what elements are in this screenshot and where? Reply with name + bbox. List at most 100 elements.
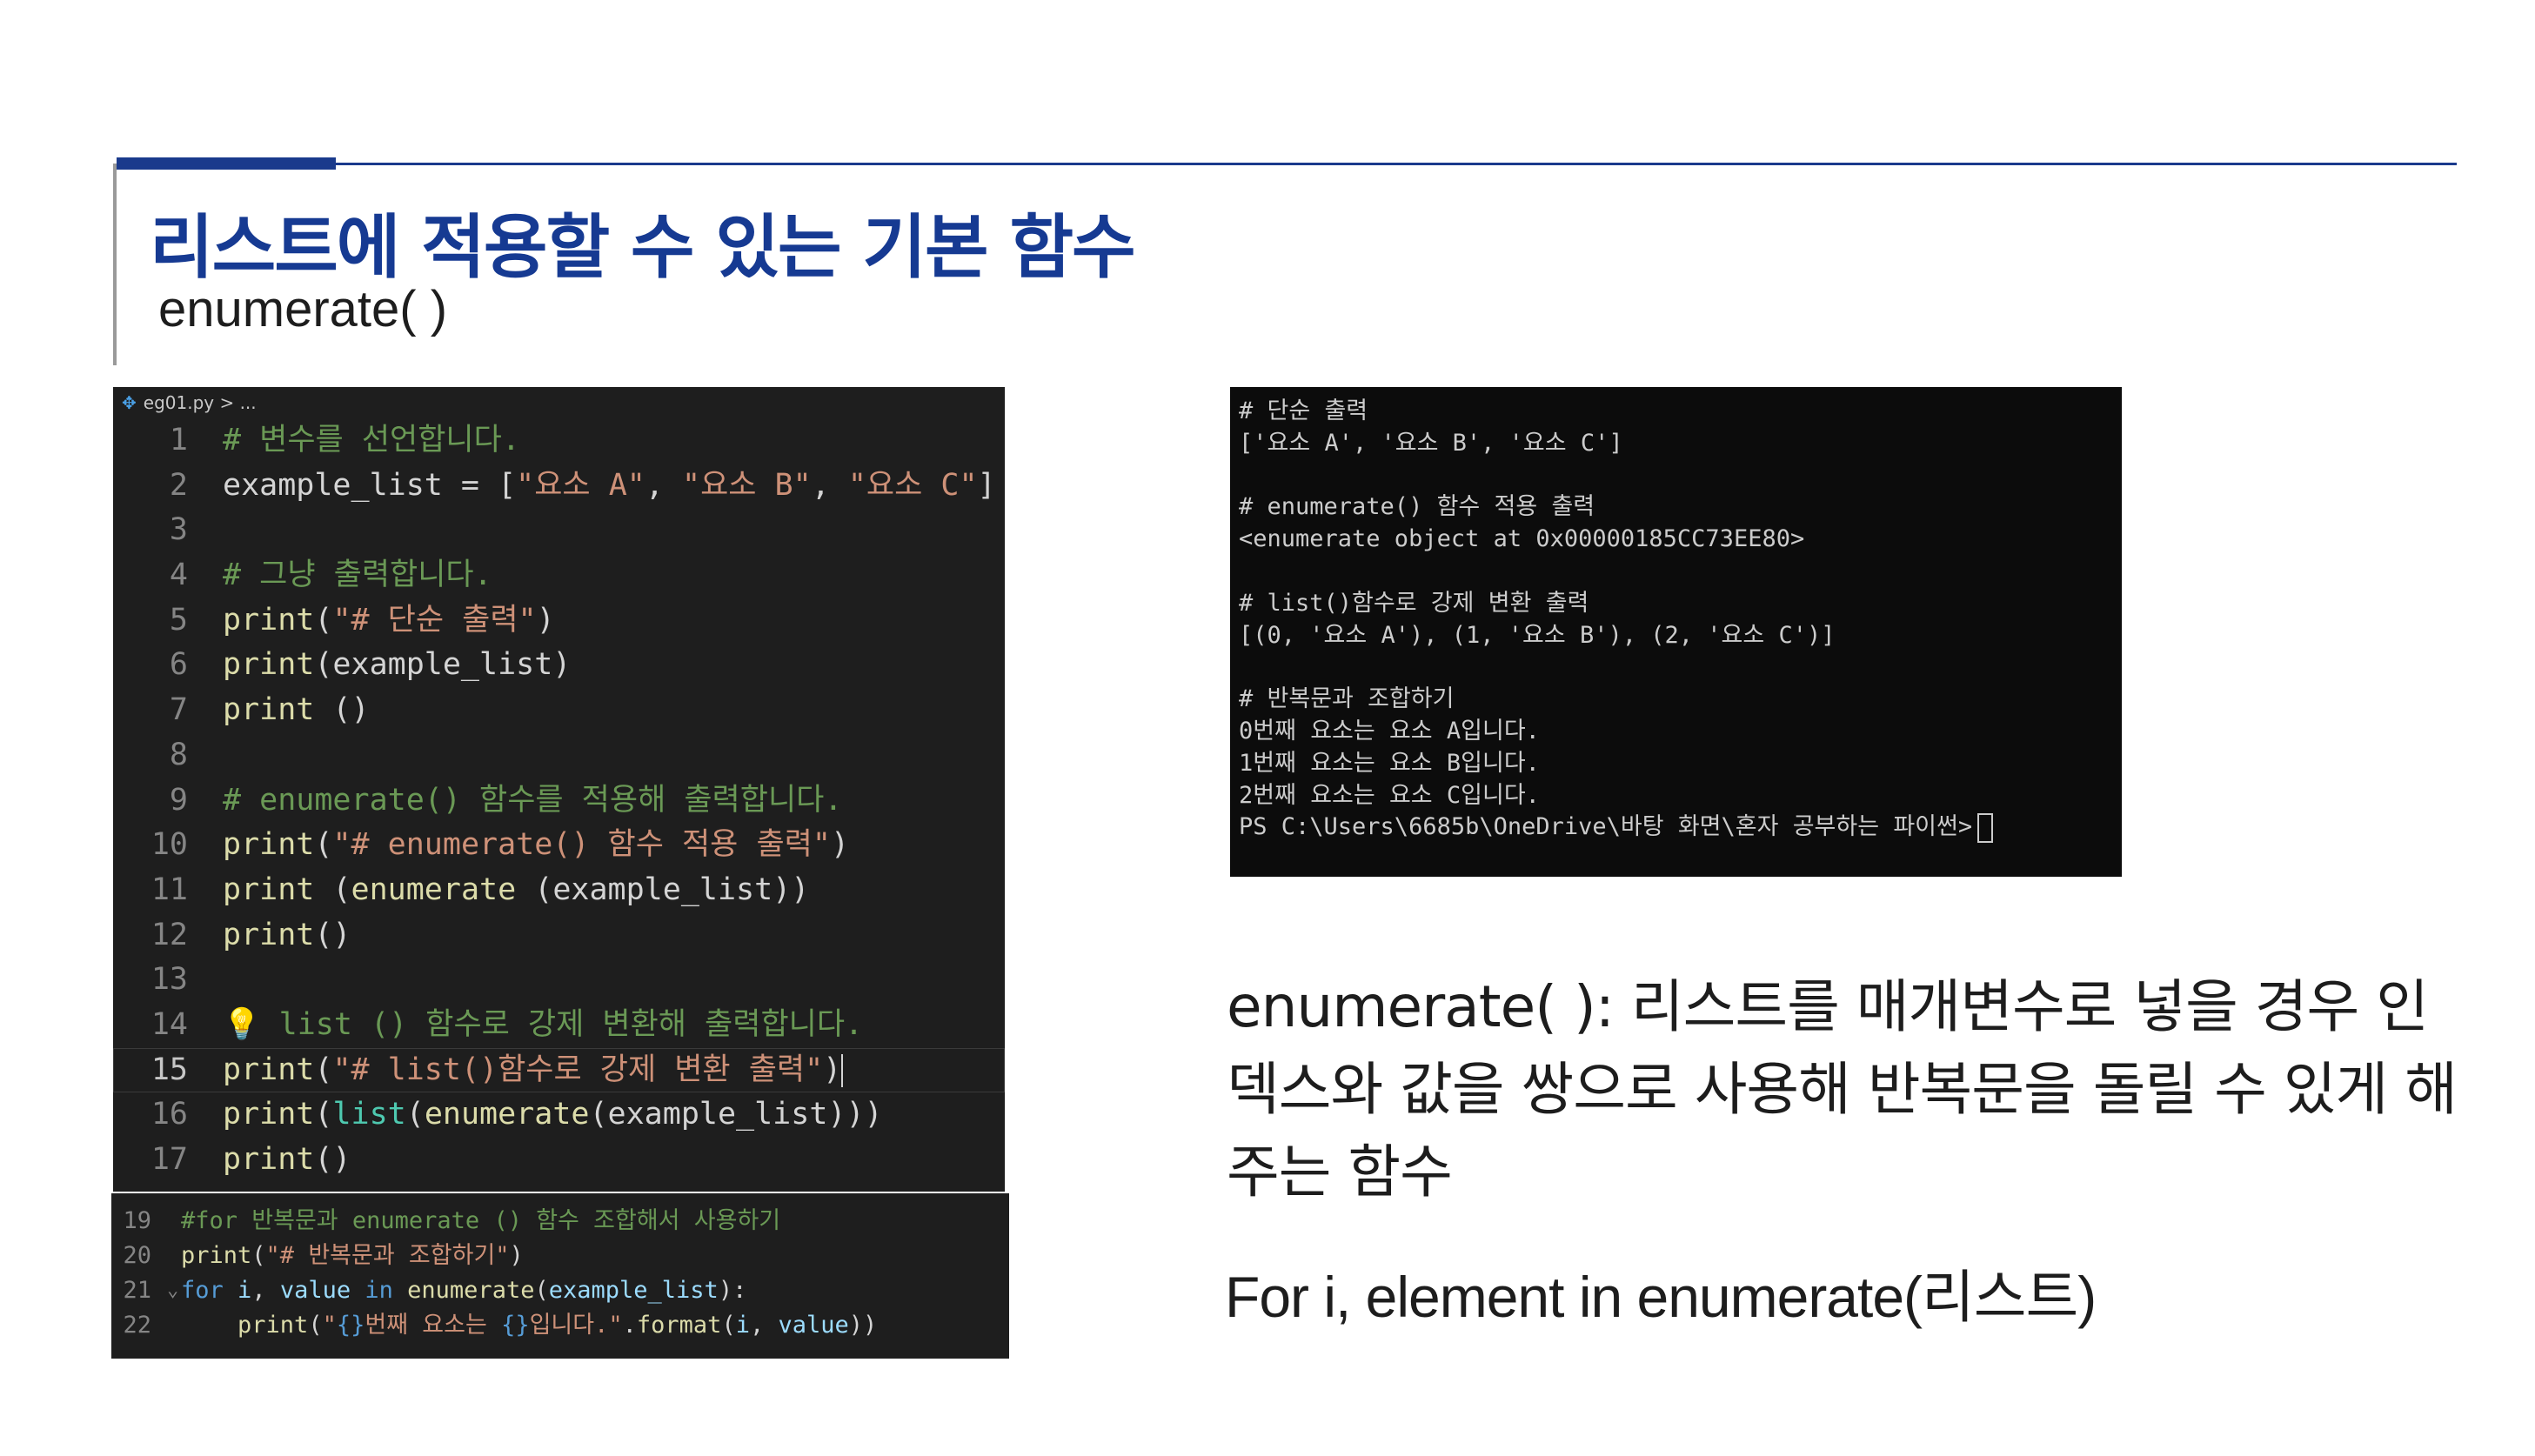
code-line[interactable]: 10 print("# enumerate() 함수 적용 출력") (113, 823, 1005, 868)
code-line[interactable]: 3 (113, 508, 1005, 553)
code-line[interactable]: 14 💡 list () 함수로 강제 변환해 출력합니다. (113, 1003, 1005, 1048)
line-number: 19 (123, 1207, 151, 1234)
code-line[interactable]: 15 print("# list()함수로 강제 변환 출력") (113, 1047, 1005, 1093)
line-number: 3 (169, 512, 188, 548)
code-token: value (778, 1312, 849, 1339)
code-line[interactable]: 9 # enumerate() 함수를 적용해 출력합니다. (113, 778, 1005, 824)
code-text: print (enumerate (example_list)) (223, 868, 809, 913)
line-number: 8 (169, 737, 188, 772)
fold-gutter (167, 1204, 181, 1239)
code-line[interactable]: 7 print () (113, 688, 1005, 733)
code-token: ) (509, 1242, 524, 1269)
code-text: print("# enumerate() 함수 적용 출력") (223, 823, 849, 868)
code-token: print (223, 827, 315, 863)
code-token: example_list (548, 1277, 719, 1304)
terminal-line: # enumerate() 함수 적용 출력 (1239, 493, 1595, 521)
code-token: ( (314, 1052, 333, 1087)
editor-code-lines[interactable]: 1 # 변수를 선언합니다. 2 example_list = ["요소 A", "요… (113, 418, 1005, 1183)
code-token: "# enumerate() 함수 적용 출력" (332, 827, 831, 863)
code-line[interactable]: 22 print("{}번째 요소는 {}입니다.".format(i, val… (111, 1308, 1009, 1343)
code-token: " (322, 1312, 337, 1339)
line-number: 2 (169, 467, 188, 503)
code-text: print () (223, 688, 370, 733)
code-line[interactable]: 17 print() (113, 1138, 1005, 1183)
code-token: print (223, 917, 315, 952)
code-token: print (223, 872, 315, 907)
code-token: enumerate (407, 1277, 535, 1304)
code-text: # 그냥 출력합니다. (223, 553, 492, 598)
code-text: print() (223, 1138, 351, 1183)
code-token: 입니다." (529, 1312, 623, 1339)
code-token: "# 반복문과 조합하기" (265, 1242, 510, 1269)
terminal-line: [(0, '요소 A'), (1, '요소 B'), (2, '요소 C')] (1239, 621, 1836, 649)
code-token: #for 반복문과 enumerate () 함수 조합해서 사용하기 (181, 1207, 781, 1234)
code-token: # 그냥 출력합니다. (223, 558, 492, 593)
code-line[interactable]: 21 ⌄ for i, value in enumerate(example_lis… (111, 1273, 1009, 1308)
code-line[interactable]: 20 print("# 반복문과 조합하기") (111, 1239, 1009, 1273)
code-line[interactable]: 6 print(example_list) (113, 643, 1005, 688)
code-line[interactable]: 4 # 그냥 출력합니다. (113, 553, 1005, 598)
line-number: 14 (150, 1006, 188, 1042)
code-line[interactable]: 12 print() (113, 913, 1005, 958)
code-token: ) (830, 827, 850, 863)
code-token: i (735, 1312, 750, 1339)
code-line[interactable]: 11 print (enumerate (example_list)) (113, 868, 1005, 913)
snippet-code-lines[interactable]: 19 #for 반복문과 enumerate () 함수 조합해서 사용하기 20 p… (111, 1204, 1009, 1343)
code-token: ( (721, 1312, 736, 1339)
line-number: 22 (123, 1312, 151, 1339)
slide-subtitle: enumerate( ) (158, 281, 448, 337)
text-cursor (841, 1053, 844, 1087)
code-line[interactable]: 16 print(list(enumerate(example_list))) (113, 1092, 1005, 1138)
code-token: print (223, 1142, 315, 1177)
fold-chevron-icon[interactable]: ⌄ (167, 1273, 181, 1308)
code-token: ( (534, 1277, 549, 1304)
line-number: 20 (123, 1242, 151, 1269)
line-number: 21 (123, 1277, 151, 1304)
code-token: () (314, 917, 351, 952)
editor-breadcrumb[interactable]: ✥ eg01.py > ... (113, 387, 1005, 418)
line-number: 11 (150, 872, 188, 907)
lightbulb-icon: 💡 (223, 1006, 261, 1042)
line-number: 1 (169, 423, 188, 458)
code-token: "요소 B" (682, 467, 812, 503)
code-token: , (645, 467, 682, 503)
code-line[interactable]: 13 (113, 958, 1005, 1003)
code-token: print (223, 1052, 315, 1087)
code-token: 번째 요소는 (365, 1312, 502, 1339)
code-token: "요소 A" (516, 467, 645, 503)
code-token: print (181, 1242, 252, 1269)
code-text: #for 반복문과 enumerate () 함수 조합해서 사용하기 (181, 1204, 780, 1239)
terminal-line: ['요소 A', '요소 B', '요소 C'] (1239, 429, 1623, 457)
code-token: (example_list) (314, 647, 572, 683)
code-token: (example_list))) (589, 1097, 883, 1132)
code-line[interactable]: 1 # 변수를 선언합니다. (113, 418, 1005, 464)
code-line[interactable]: 2 example_list = ["요소 A", "요소 B", "요소 C"] (113, 464, 1005, 509)
code-token: () (314, 692, 370, 728)
code-text: print("# 단순 출력") (223, 598, 555, 644)
code-token: list (332, 1097, 406, 1132)
code-token: ): (718, 1277, 747, 1304)
code-line[interactable]: 5 print("# 단순 출력") (113, 598, 1005, 644)
code-text: print() (223, 913, 351, 958)
fold-gutter (167, 1308, 181, 1343)
line-number: 13 (150, 962, 188, 998)
code-line[interactable]: 19 #for 반복문과 enumerate () 함수 조합해서 사용하기 (111, 1204, 1009, 1239)
terminal-line: <enumerate object at 0x00000185CC73EE80> (1239, 525, 1805, 553)
terminal-prompt-line[interactable]: PS C:\Users\6685b\OneDrive\바탕 화면\혼자 공부하는… (1230, 811, 2122, 844)
line-number: 6 (169, 647, 188, 683)
line-number: 16 (150, 1097, 188, 1132)
code-token: ] (977, 467, 996, 503)
code-token: example_list = [ (223, 467, 517, 503)
code-token: ( (308, 1312, 323, 1339)
line-number: 15 (150, 1052, 188, 1087)
code-token: enumerate (351, 872, 517, 907)
code-token: (example_list)) (516, 872, 810, 907)
code-text: print(list(enumerate(example_list))) (223, 1092, 883, 1138)
code-token: "# list()함수로 강제 변환 출력" (332, 1052, 824, 1087)
code-token: () (314, 1142, 351, 1177)
code-line[interactable]: 8 (113, 733, 1005, 778)
